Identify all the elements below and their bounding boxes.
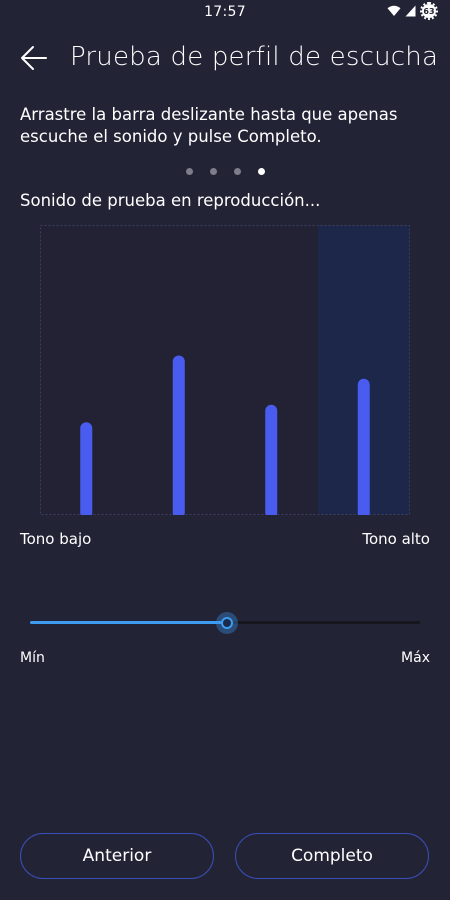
complete-button[interactable]: Completo <box>235 833 429 879</box>
frequency-bar <box>80 422 93 515</box>
battery-icon: 63 <box>420 2 438 20</box>
test-status-text: Sonido de prueba en reproducción... <box>20 191 321 210</box>
page-dot <box>257 168 265 175</box>
slider-max-label: Máx <box>401 650 430 666</box>
previous-button[interactable]: Anterior <box>20 833 214 879</box>
slider-thumb[interactable] <box>215 612 238 634</box>
page-indicator <box>0 168 450 175</box>
signal-icon <box>405 5 416 17</box>
wifi-icon <box>387 5 401 16</box>
volume-slider[interactable] <box>30 612 420 634</box>
frequency-bar <box>265 404 278 515</box>
instructions-text: Arrastre la barra deslizante hasta que a… <box>20 105 398 146</box>
battery-level: 63 <box>422 4 436 18</box>
status-bar: 17:57 63 <box>0 0 450 26</box>
arrow-left-icon <box>21 46 47 70</box>
slider-min-label: Mín <box>20 650 45 666</box>
slider-fill <box>30 621 227 624</box>
frequency-bar <box>172 355 185 515</box>
frequency-bar <box>357 378 370 515</box>
status-icons: 63 <box>387 2 438 20</box>
page-title: Prueba de perfil de escucha <box>70 42 439 72</box>
slider-thumb-core <box>220 617 233 629</box>
app-bar: Prueba de perfil de escucha <box>0 36 450 80</box>
back-button[interactable] <box>18 42 50 74</box>
high-tone-label: Tono alto <box>362 530 430 548</box>
low-tone-label: Tono bajo <box>20 530 92 548</box>
frequency-chart <box>40 225 410 515</box>
status-time: 17:57 <box>204 4 246 20</box>
page-dot <box>185 168 193 175</box>
page-dot <box>233 168 241 175</box>
page-dot <box>209 168 217 175</box>
